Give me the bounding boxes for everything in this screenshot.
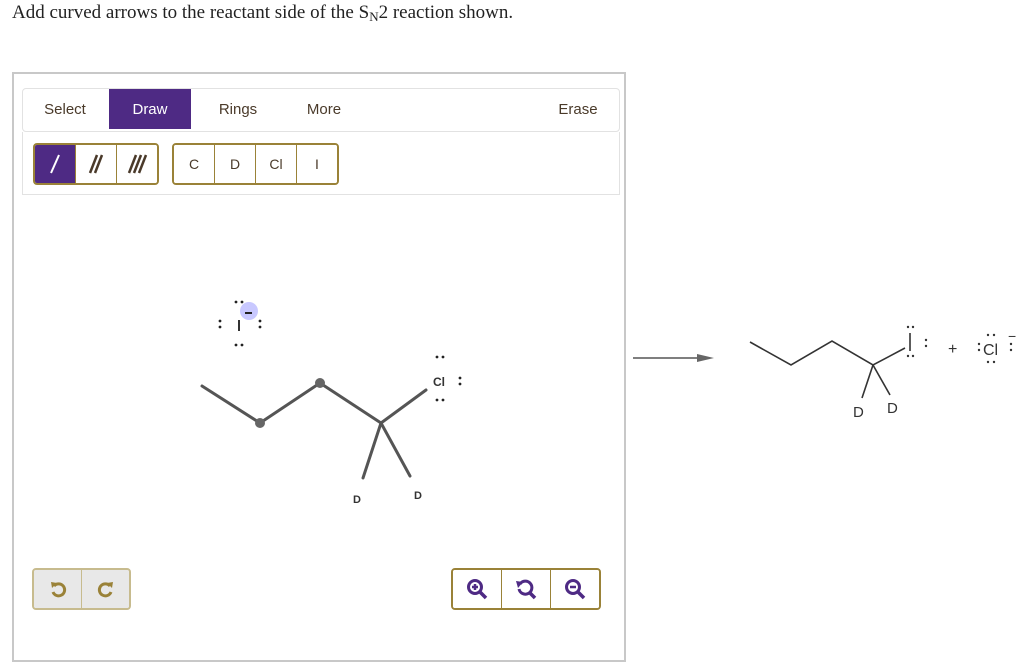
product-molecule: D D + Cl − <box>749 325 1016 421</box>
atom-d-button[interactable]: D <box>215 145 256 183</box>
zoom-out-icon <box>565 579 586 600</box>
undo-icon <box>50 582 66 598</box>
triple-bond-icon <box>127 154 148 174</box>
product-deuterium: D <box>853 404 864 421</box>
zoom-button-group <box>451 568 601 610</box>
atom-i-button[interactable]: I <box>297 145 337 183</box>
double-bond-button[interactable] <box>76 145 117 183</box>
atom-cl-button[interactable]: Cl <box>256 145 297 183</box>
zoom-in-button[interactable] <box>453 570 502 608</box>
redo-icon <box>97 582 113 598</box>
prompt-text: Add curved arrows to the reactant side o… <box>12 2 370 23</box>
chloride-ion: Cl <box>983 342 998 359</box>
zoom-out-button[interactable] <box>551 570 599 608</box>
bond-button-group <box>33 143 159 185</box>
molecule-editor[interactable]: Select Draw Rings More Erase C D Cl I <box>12 72 626 662</box>
triple-bond-button[interactable] <box>117 145 157 183</box>
history-button-group <box>32 568 131 610</box>
product-iodine-lone-pairs <box>906 325 928 358</box>
tab-rings[interactable]: Rings <box>203 89 273 129</box>
chloride-lone-pairs <box>977 333 1013 364</box>
zoom-in-icon <box>467 579 488 600</box>
atom-c-button[interactable]: C <box>174 145 215 183</box>
prompt-text-end: 2 reaction shown. <box>378 2 514 23</box>
reaction-arrow <box>633 354 714 362</box>
single-bond-icon <box>50 154 60 174</box>
reset-zoom-icon <box>516 579 537 600</box>
undo-button[interactable] <box>34 570 82 608</box>
single-bond-button[interactable] <box>35 145 76 183</box>
prompt-subscript: N <box>369 9 379 24</box>
double-bond-icon <box>88 154 104 174</box>
question-prompt: Add curved arrows to the reactant side o… <box>12 2 513 25</box>
redo-button[interactable] <box>82 570 129 608</box>
tab-select[interactable]: Select <box>29 89 101 129</box>
atom-button-group: C D Cl I <box>172 143 339 185</box>
draw-tools-row: C D Cl I <box>22 132 620 195</box>
chloride-charge: − <box>1008 328 1016 344</box>
tab-more[interactable]: More <box>289 89 359 129</box>
product-deuterium: D <box>887 400 898 417</box>
erase-button[interactable]: Erase <box>543 89 613 129</box>
tab-draw[interactable]: Draw <box>109 89 191 129</box>
reset-zoom-button[interactable] <box>502 570 551 608</box>
plus-sign: + <box>948 341 957 358</box>
editor-toolbar: Select Draw Rings More Erase <box>22 88 620 132</box>
